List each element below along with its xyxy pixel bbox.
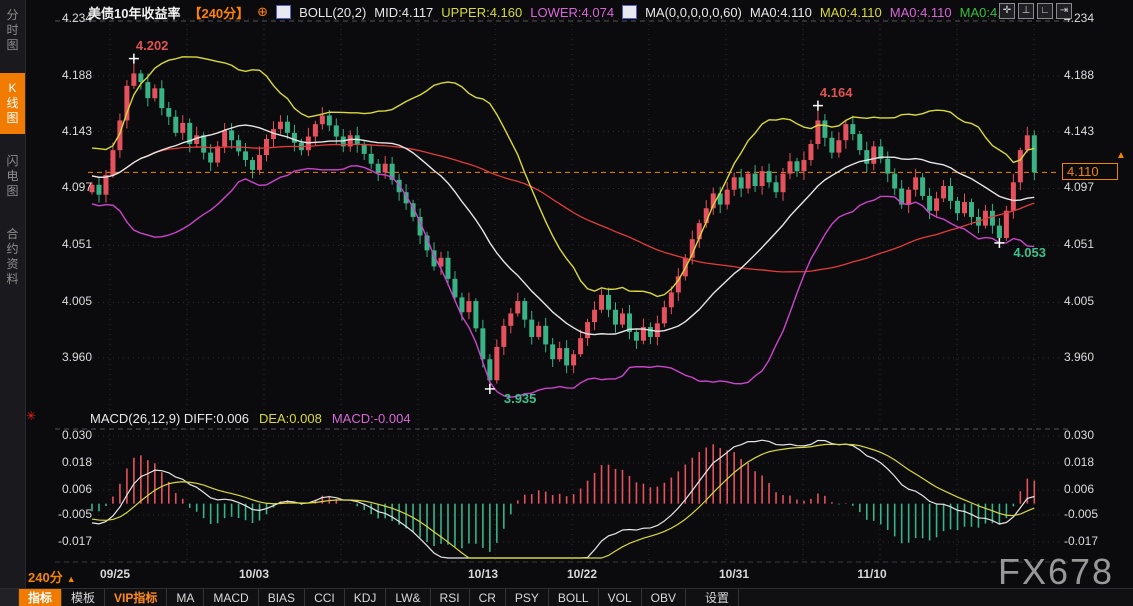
- x-axis-date: 10/13: [453, 567, 513, 581]
- ma-value-2: MA0:4.110: [820, 5, 882, 20]
- macd-axis-label: -0.017: [48, 534, 92, 548]
- tab-boll[interactable]: BOLL: [549, 589, 599, 606]
- axis-scale-right-icon[interactable]: ∟: [1037, 3, 1053, 19]
- last-price-badge: 4.110: [1062, 163, 1118, 180]
- y-axis-label: 4.097: [48, 180, 92, 194]
- ma-indicator-icon[interactable]: [622, 5, 637, 19]
- ma-params-label: MA(0,0,0,0,0,60): [645, 5, 742, 20]
- indicator-toolbar: 指标 模板 VIP指标 MA MACD BIAS CCI KDJ LW& RSI…: [0, 588, 1133, 606]
- tab-settings[interactable]: 设置: [696, 589, 739, 606]
- ma-value-3: MA0:4.110: [890, 5, 952, 20]
- tab-vol[interactable]: VOL: [599, 589, 642, 606]
- sidebar-item-kline[interactable]: K线图: [0, 73, 25, 134]
- crosshair-icon[interactable]: ✛: [999, 3, 1015, 19]
- boll-label: BOLL(20,2): [299, 5, 366, 20]
- macd-axis-label: 0.006: [48, 482, 92, 496]
- y-axis-label: 4.234: [48, 11, 92, 25]
- boll-indicator-icon[interactable]: [276, 5, 291, 19]
- chart-tool-buttons: ✛ ⊥ ∟ ⇥: [999, 3, 1072, 19]
- tab-macd[interactable]: MACD: [204, 589, 258, 606]
- tab-vip-indicator[interactable]: VIP指标: [105, 589, 167, 606]
- macd-axis-label: 0.030: [48, 428, 92, 442]
- tab-rsi[interactable]: RSI: [431, 589, 470, 606]
- macd-axis-label: 0.018: [48, 455, 92, 469]
- x-axis-date: 10/03: [224, 567, 284, 581]
- tab-lwr[interactable]: LW&: [386, 589, 430, 606]
- tab-bias[interactable]: BIAS: [259, 589, 305, 606]
- period-label: 【240分】: [188, 3, 249, 22]
- fx678-logo: FX678: [998, 551, 1114, 593]
- toolbar-spacer: [0, 589, 19, 606]
- tab-template[interactable]: 模板: [62, 589, 105, 606]
- tab-psy[interactable]: PSY: [506, 589, 549, 606]
- boll-upper-value: UPPER:4.160: [441, 5, 522, 20]
- x-axis-date: 09/25: [85, 567, 145, 581]
- y-axis-label: 4.143: [1064, 124, 1108, 138]
- alert-icon[interactable]: ✳: [26, 409, 36, 423]
- y-axis-label: 3.960: [1064, 350, 1108, 364]
- tab-obv[interactable]: OBV: [642, 589, 686, 606]
- sidebar-item-contract-info[interactable]: 合约资料: [0, 219, 25, 295]
- macd-header: MACD(26,12,9) DIFF:0.006 DEA:0.008 MACD:…: [90, 411, 411, 426]
- macd-axis-label: 0.006: [1064, 482, 1108, 496]
- macd-axis-label: 0.030: [1064, 428, 1108, 442]
- macd-axis-label: -0.005: [48, 507, 92, 521]
- tab-indicator[interactable]: 指标: [19, 589, 62, 606]
- tab-ma[interactable]: MA: [167, 589, 204, 606]
- sidebar-item-timeshare[interactable]: 分时图: [0, 0, 25, 61]
- tab-cr[interactable]: CR: [470, 589, 506, 606]
- y-axis-label: 3.960: [48, 350, 92, 364]
- ma-value-1: MA0:4.110: [750, 5, 812, 20]
- tab-kdj[interactable]: KDJ: [345, 589, 387, 606]
- trading-app-window: 4.2023.9354.1644.053 分时图 K线图 闪电图 合约资料 美债…: [0, 0, 1133, 606]
- axis-scale-left-icon[interactable]: ⊥: [1018, 3, 1034, 19]
- macd-axis-label: -0.017: [1064, 534, 1108, 548]
- y-axis-label: 4.188: [48, 68, 92, 82]
- x-axis-date: 10/22: [552, 567, 612, 581]
- y-axis-label: 4.051: [48, 237, 92, 251]
- macd-axis-label: 0.018: [1064, 455, 1108, 469]
- x-axis-date: 10/31: [704, 567, 764, 581]
- sidebar: 分时图 K线图 闪电图 合约资料: [0, 0, 26, 588]
- macd-diff-label: MACD(26,12,9) DIFF:0.006: [90, 411, 249, 426]
- y-axis-label: 4.005: [1064, 294, 1108, 308]
- symbol-title: 美债10年收益率: [88, 3, 180, 22]
- macd-value-label: MACD:-0.004: [332, 411, 411, 426]
- y-axis-label: 4.097: [1064, 180, 1108, 194]
- y-axis-label: 4.005: [48, 294, 92, 308]
- y-axis-label: 4.051: [1064, 237, 1108, 251]
- add-indicator-icon[interactable]: ⊕: [257, 4, 268, 20]
- price-up-arrow-icon: ▲: [1116, 150, 1126, 161]
- chart-canvas[interactable]: [0, 0, 1133, 606]
- timeframe-selector[interactable]: 240分▲: [28, 567, 76, 586]
- boll-mid-value: MID:4.117: [374, 5, 433, 20]
- macd-dea-label: DEA:0.008: [259, 411, 322, 426]
- macd-axis-label: -0.005: [1064, 507, 1108, 521]
- chevron-up-icon: ▲: [67, 574, 76, 584]
- boll-lower-value: LOWER:4.074: [530, 5, 614, 20]
- sidebar-item-flash[interactable]: 闪电图: [0, 146, 25, 207]
- y-axis-label: 4.188: [1064, 68, 1108, 82]
- y-axis-label: 4.143: [48, 124, 92, 138]
- chart-header: 美债10年收益率 【240分】 ⊕ BOLL(20,2) MID:4.117 U…: [88, 3, 1008, 21]
- collapse-panel-icon[interactable]: ⇥: [1056, 3, 1072, 19]
- tab-cci[interactable]: CCI: [305, 589, 345, 606]
- x-axis-date: 11/10: [842, 567, 902, 581]
